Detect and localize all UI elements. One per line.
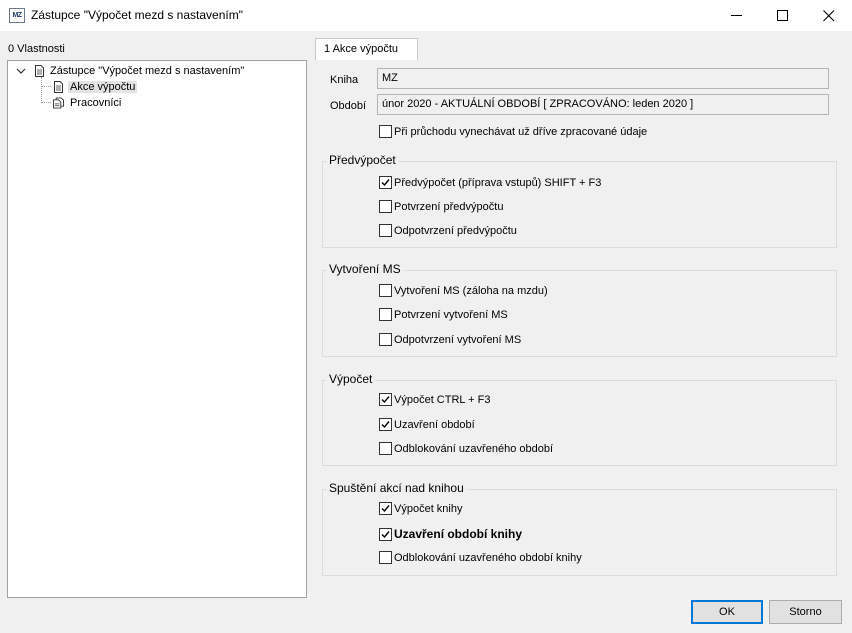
uzavreni-obdobi-checkbox[interactable]: Uzavření období [379,418,475,431]
minimize-icon [731,14,742,16]
checkmark-icon [381,421,390,429]
window-title: Zástupce "Výpočet mezd s nastavením" [31,8,243,22]
checkbox-label: Uzavření období knihy [394,527,523,541]
title-bar: MZ Zástupce "Výpočet mezd s nastavením" [0,0,852,31]
potvrzeni-predvypoctu-checkbox[interactable]: Potvrzení předvýpočtu [379,200,503,213]
checkbox-box[interactable] [379,393,392,406]
checkbox-box[interactable] [379,125,392,138]
odpotvrzeni-predvypoctu-checkbox[interactable]: Odpotvrzení předvýpočtu [379,224,517,237]
cancel-button[interactable]: Storno [769,600,842,624]
tree-root[interactable]: Zástupce "Výpočet mezd s nastavením" [16,63,244,79]
maximize-icon [777,9,788,21]
checkbox-label: Předvýpočet (příprava vstupů) SHIFT + F3 [394,176,602,189]
app-icon: MZ [9,8,25,23]
document-icon [54,81,63,93]
odpotvrzeni-vytvoreni-ms-checkbox[interactable]: Odpotvrzení vytvoření MS [379,333,521,346]
tree-connector [41,102,51,103]
odblokovani-obdobi-checkbox[interactable]: Odblokování uzavřeného období [379,442,553,455]
tab-vlastnosti[interactable]: 0 Vlastnosti [8,43,65,55]
group-title: Spuštění akcí nad knihou [326,481,467,495]
kniha-field: MZ [377,68,829,89]
checkbox-box[interactable] [379,527,392,541]
potvrzeni-vytvoreni-ms-checkbox[interactable]: Potvrzení vytvoření MS [379,308,508,321]
checkbox-label: Odpotvrzení vytvoření MS [394,333,522,346]
odblokovani-obdobi-knihy-checkbox[interactable]: Odblokování uzavřeného období knihy [379,551,582,564]
checkbox-label: Vytvoření MS (záloha na mzdu) [394,284,548,297]
obdobi-label: Období [330,100,367,112]
close-button[interactable] [806,0,852,31]
tab-akce-vypoctu[interactable]: 1 Akce výpočtu [315,38,418,60]
tree-item-akce-vypoctu[interactable]: Akce výpočtu [53,79,138,95]
properties-tree[interactable]: Zástupce "Výpočet mezd s nastavením" Akc… [7,60,307,598]
predvypocet-checkbox[interactable]: Předvýpočet (příprava vstupů) SHIFT + F3 [379,176,601,189]
checkbox-label: Odpotvrzení předvýpočtu [394,224,517,237]
checkmark-icon [381,179,390,187]
checkmark-icon [381,505,390,513]
checkbox-box[interactable] [379,502,392,515]
kniha-label: Kniha [330,74,359,86]
checkbox-label: Při průchodu vynechávat už dříve zpracov… [394,125,648,138]
checkbox-box[interactable] [379,200,392,213]
tree-item-label: Akce výpočtu [68,81,138,93]
skip-processed-checkbox[interactable]: Při průchodu vynechávat už dříve zpracov… [379,125,647,138]
group-title: Výpočet [326,372,376,386]
checkmark-icon [381,396,390,404]
minimize-button[interactable] [714,0,760,31]
checkbox-box[interactable] [379,308,392,321]
vypocet-checkbox[interactable]: Výpočet CTRL + F3 [379,393,491,406]
checkbox-label: Uzavření období [394,418,475,431]
document-icon [35,65,44,77]
checkbox-label: Odblokování uzavřeného období [394,442,554,455]
maximize-button[interactable] [760,0,806,31]
tree-connector [41,77,42,103]
chevron-down-icon[interactable] [16,66,26,76]
group-title: Vytvoření MS [326,262,404,276]
checkbox-box[interactable] [379,333,392,346]
obdobi-field: únor 2020 - AKTUÁLNÍ OBDOBÍ [ ZPRACOVÁNO… [377,94,829,115]
ok-button[interactable]: OK [691,600,763,624]
tree-connector [41,86,51,87]
tree-item-pracovnici[interactable]: Pracovníci [53,95,121,111]
checkbox-box[interactable] [379,284,392,297]
checkmark-icon [381,530,390,538]
checkbox-box[interactable] [379,418,392,431]
uzavreni-obdobi-knihy-checkbox[interactable]: Uzavření období knihy [379,527,522,541]
tree-item-label: Pracovníci [70,97,122,109]
group-title: Předvýpočet [326,153,399,167]
vypocet-knihy-checkbox[interactable]: Výpočet knihy [379,502,462,515]
checkbox-box[interactable] [379,224,392,237]
checkbox-box[interactable] [379,551,392,564]
checkbox-box[interactable] [379,442,392,455]
documents-icon [53,97,64,109]
vytvoreni-ms-checkbox[interactable]: Vytvoření MS (záloha na mzdu) [379,284,548,297]
checkbox-label: Potvrzení vytvoření MS [394,308,508,321]
checkbox-label: Výpočet knihy [394,502,463,515]
close-icon [823,9,835,21]
checkbox-label: Výpočet CTRL + F3 [394,393,491,406]
checkbox-box[interactable] [379,176,392,189]
checkbox-label: Potvrzení předvýpočtu [394,200,504,213]
tree-root-label: Zástupce "Výpočet mezd s nastavením" [50,65,245,77]
checkbox-label: Odblokování uzavřeného období knihy [394,551,582,564]
